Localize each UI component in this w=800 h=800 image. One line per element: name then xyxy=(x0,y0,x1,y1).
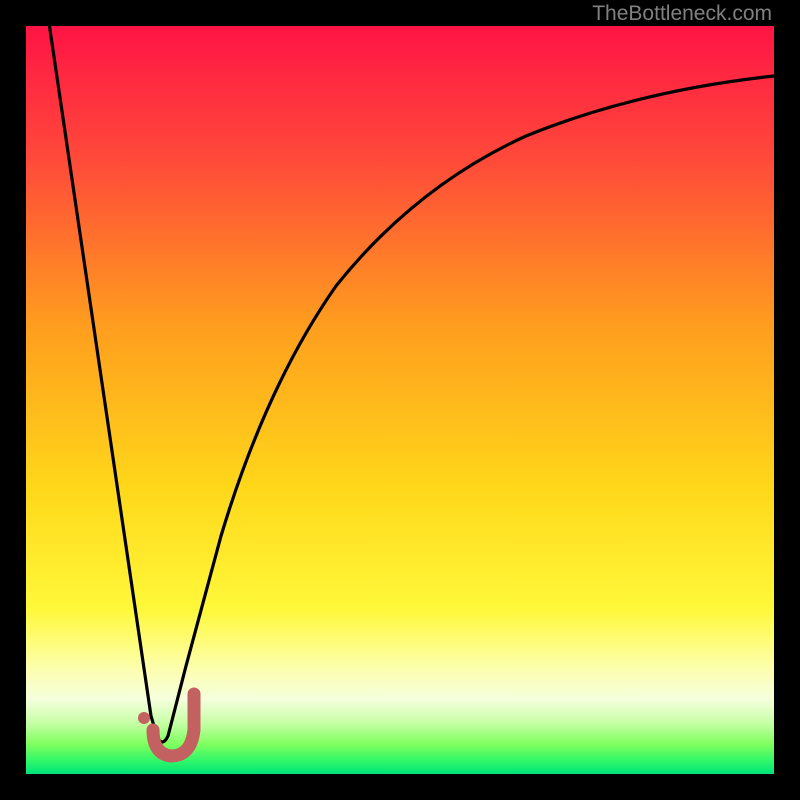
chart-frame: TheBottleneck.com xyxy=(0,0,800,800)
bottleneck-curve xyxy=(48,26,774,742)
curve-layer xyxy=(26,26,774,774)
attribution-text: TheBottleneck.com xyxy=(592,2,772,26)
plot-area xyxy=(26,26,774,774)
optimal-checkmark-icon xyxy=(138,694,194,756)
